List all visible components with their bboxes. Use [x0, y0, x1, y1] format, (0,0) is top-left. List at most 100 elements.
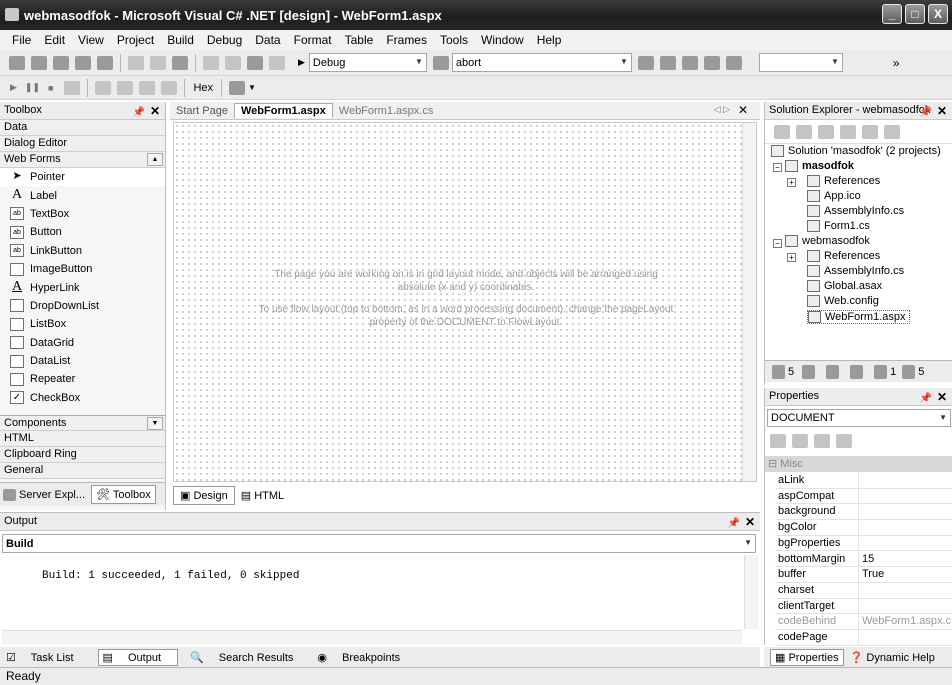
tab-webform1-aspx-cs[interactable]: WebForm1.aspx.cs	[333, 105, 440, 117]
expand-icon[interactable]: +	[787, 253, 796, 262]
property-value[interactable]	[859, 473, 862, 488]
search-results-tab[interactable]: 🔍 Search Results	[190, 651, 305, 664]
show-all-files-icon[interactable]	[840, 124, 856, 139]
scroll-down-icon[interactable]: ▼	[147, 417, 163, 430]
dynamic-help-tab[interactable]: ❓ Dynamic Help	[850, 651, 935, 664]
property-value[interactable]	[859, 599, 862, 614]
property-row[interactable]: buffer True	[775, 567, 952, 583]
toolbox-item-pointer[interactable]: ➤ Pointer	[0, 168, 165, 187]
undo-icon[interactable]	[203, 55, 219, 70]
step-into-icon[interactable]	[117, 80, 134, 95]
resource-view-tab-icon[interactable]	[826, 364, 840, 379]
close-icon[interactable]: ✕	[937, 103, 947, 120]
menu-data[interactable]: Data	[255, 33, 280, 47]
pause-icon[interactable]: ❚❚	[25, 82, 40, 93]
tree-item-global-asax[interactable]: Global.asax	[807, 280, 882, 292]
minimize-button[interactable]: _	[882, 4, 902, 24]
property-value[interactable]: True	[859, 567, 884, 582]
property-row[interactable]: codeBehind WebForm1.aspx.c	[775, 614, 952, 630]
design-canvas[interactable]: The page you are working on is in grid l…	[173, 122, 757, 482]
configuration-select[interactable]: Debug ▼	[308, 53, 427, 72]
properties-tab[interactable]: ▦ Properties	[770, 648, 844, 666]
property-value[interactable]	[859, 583, 862, 598]
class-view-icon[interactable]	[725, 55, 742, 70]
property-value[interactable]: 15	[859, 552, 874, 567]
property-value[interactable]	[859, 489, 862, 504]
contents-tab-icon[interactable]	[850, 364, 864, 379]
collapse-icon[interactable]: −	[773, 239, 782, 248]
step-over-icon[interactable]	[139, 80, 156, 95]
toolbar-overflow-icon[interactable]: »	[893, 56, 900, 70]
solution-explorer-icon[interactable]	[637, 55, 654, 70]
view-designer-icon[interactable]	[796, 124, 812, 139]
chevron-down-icon[interactable]: ▼	[248, 83, 256, 92]
server-explorer-tab[interactable]: Server Expl...	[19, 489, 85, 501]
property-row[interactable]: aspCompat	[775, 488, 952, 505]
property-row[interactable]: bgColor	[775, 520, 952, 536]
tree-item-form1[interactable]: Form1.cs	[807, 220, 870, 232]
breakpoints-tab[interactable]: ◉ Breakpoints	[317, 651, 412, 664]
redo-icon[interactable]	[225, 55, 241, 70]
navigate-icon[interactable]	[247, 55, 263, 70]
menu-help[interactable]: Help	[537, 33, 562, 47]
property-category[interactable]: ⊟ Misc	[765, 456, 952, 472]
toolbar-search-combo[interactable]: ▼	[758, 53, 843, 72]
copy-project-icon[interactable]	[862, 124, 878, 139]
output-horizontal-scrollbar[interactable]	[2, 630, 742, 644]
toolbox-category-web-forms[interactable]: Web Forms ▲	[0, 152, 165, 168]
property-row[interactable]: clientTarget	[775, 598, 952, 615]
close-icon[interactable]: ✕	[732, 103, 754, 117]
menu-view[interactable]: View	[78, 33, 104, 47]
scroll-up-icon[interactable]: ▲	[147, 153, 163, 166]
save-icon[interactable]	[75, 55, 91, 70]
class-view-tab-icon[interactable]	[802, 364, 816, 379]
property-value[interactable]	[859, 520, 862, 535]
toolbox-category-general[interactable]: General	[0, 463, 165, 479]
help-index-tab-icon[interactable]	[874, 364, 888, 379]
step-out-icon[interactable]	[161, 80, 178, 95]
navigate-forward-icon[interactable]	[269, 55, 285, 70]
tab-webform1-aspx[interactable]: WebForm1.aspx	[233, 103, 333, 118]
task-list-tab[interactable]: ☑ Task List	[6, 651, 86, 664]
tree-item-assemblyinfo[interactable]: AssemblyInfo.cs	[807, 205, 904, 217]
property-row[interactable]: aLink	[775, 473, 952, 489]
menu-tools[interactable]: Tools	[440, 33, 468, 47]
toolbox-item-hyperlink[interactable]: A HyperLink	[0, 278, 165, 296]
alphabetical-icon[interactable]	[792, 434, 808, 448]
property-row[interactable]: charset	[775, 582, 952, 599]
property-value[interactable]: WebForm1.aspx.c	[859, 614, 951, 629]
property-value[interactable]	[859, 504, 862, 519]
property-value[interactable]	[859, 536, 862, 551]
expand-icon[interactable]: +	[787, 178, 796, 187]
pin-icon[interactable]: 📌	[728, 515, 740, 532]
close-icon[interactable]: ✕	[150, 103, 160, 120]
toolbox-category-data[interactable]: Data	[0, 120, 165, 136]
toolbox-item-textbox[interactable]: ab TextBox	[0, 205, 165, 223]
menu-frames[interactable]: Frames	[386, 33, 427, 47]
pin-icon[interactable]: 📌	[920, 390, 932, 407]
menu-project[interactable]: Project	[117, 33, 154, 47]
menu-build[interactable]: Build	[167, 33, 194, 47]
properties-window-icon[interactable]	[659, 55, 676, 70]
menu-file[interactable]: File	[12, 33, 31, 47]
cut-icon[interactable]	[128, 55, 144, 70]
properties-icon[interactable]	[884, 124, 900, 139]
close-icon[interactable]: ✕	[937, 389, 947, 406]
toolbox-item-datalist[interactable]: DataList	[0, 352, 165, 370]
toolbox-item-datagrid[interactable]: DataGrid	[0, 334, 165, 352]
find-in-files-icon[interactable]	[432, 55, 449, 70]
object-browser-icon[interactable]	[681, 55, 698, 70]
copy-icon[interactable]	[150, 55, 166, 70]
property-row[interactable]: codePage	[775, 630, 952, 646]
design-view-tab[interactable]: ▣ Design	[173, 485, 235, 505]
menu-edit[interactable]: Edit	[44, 33, 65, 47]
tree-item-assemblyinfo[interactable]: AssemblyInfo.cs	[807, 265, 904, 277]
hex-button[interactable]: Hex	[193, 82, 213, 94]
object-select[interactable]: DOCUMENT ▼	[767, 409, 951, 427]
search-tab-icon[interactable]	[902, 364, 916, 379]
property-value[interactable]	[859, 630, 862, 645]
html-view-tab[interactable]: ▤ HTML	[235, 487, 290, 504]
property-row[interactable]: bgProperties	[775, 535, 952, 552]
output-source-select[interactable]: Build ▼	[2, 534, 756, 553]
continue-icon[interactable]: ▶	[10, 82, 17, 93]
